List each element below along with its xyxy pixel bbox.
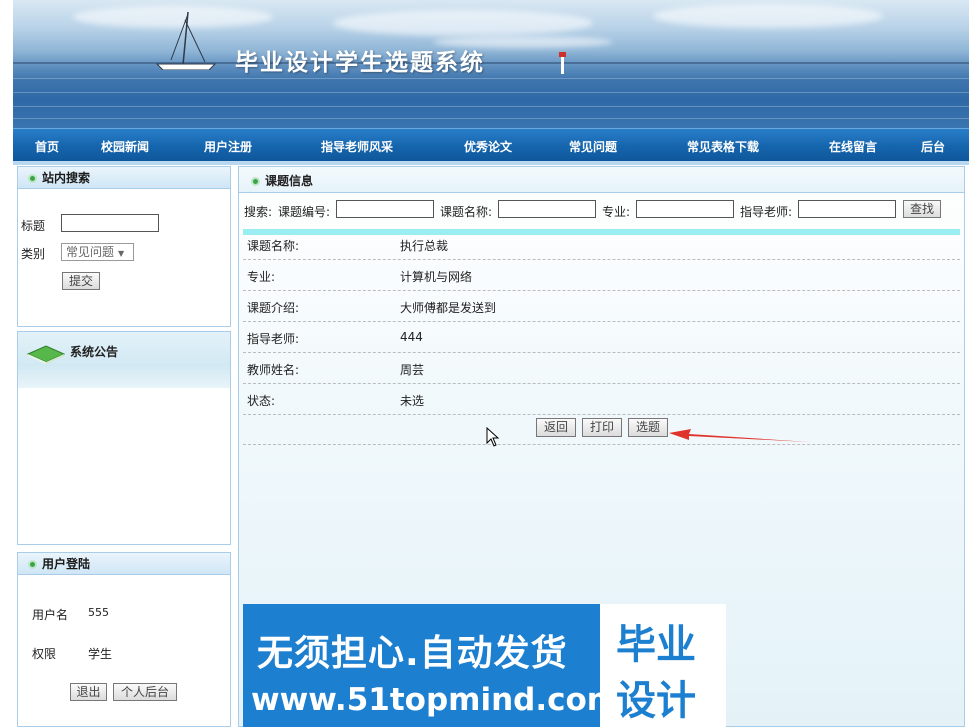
logout-button[interactable]: 退出 <box>70 683 107 701</box>
table-row: 课题名称: 执行总裁 <box>243 229 960 260</box>
row-value: 计算机与网络 <box>400 270 473 284</box>
row-label: 教师姓名: <box>247 363 300 377</box>
search-submit-button[interactable]: 提交 <box>62 272 100 290</box>
dropdown-arrow-icon: ▼ <box>118 249 125 258</box>
topic-id-label: 课题编号: <box>278 205 331 219</box>
major-label: 专业: <box>602 205 631 219</box>
user-login-title: 用户登陆 <box>42 557 91 571</box>
nav-form-downloads[interactable]: 常见表格下载 <box>687 138 759 155</box>
select-topic-button[interactable]: 选题 <box>628 418 668 437</box>
main-nav: 首页 校园新闻 用户注册 指导老师风采 优秀论文 常见问题 常见表格下载 在线留… <box>13 128 969 161</box>
nav-campus-news[interactable]: 校园新闻 <box>101 138 149 155</box>
user-login-header: 用户登陆 <box>18 553 230 575</box>
bullet-icon <box>251 177 260 186</box>
nav-excellent-papers[interactable]: 优秀论文 <box>464 138 512 155</box>
watermark-url: www.51topmind.com <box>251 682 620 718</box>
watermark-badge-line1: 毕业 <box>616 622 696 668</box>
search-prefix: 搜索: <box>244 205 273 219</box>
notice-panel: 系统公告 <box>17 331 231 545</box>
category-selected-value: 常见问题 <box>66 245 115 259</box>
back-button[interactable]: 返回 <box>536 418 576 437</box>
title-label: 标题 <box>21 219 46 233</box>
topic-id-input[interactable] <box>336 200 434 218</box>
username-label: 用户名 <box>32 608 69 622</box>
topic-name-input[interactable] <box>498 200 596 218</box>
site-title: 毕业设计学生选题系统 <box>235 49 485 76</box>
sailboat-icon <box>155 11 217 70</box>
row-value: 未选 <box>400 394 425 408</box>
nav-admin[interactable]: 后台 <box>921 138 945 155</box>
bullet-icon <box>28 174 37 183</box>
row-label: 状态: <box>247 394 276 408</box>
notice-title: 系统公告 <box>70 345 119 359</box>
row-value: 执行总裁 <box>400 239 449 253</box>
nav-divider <box>13 161 969 165</box>
table-row: 专业: 计算机与网络 <box>243 260 960 291</box>
red-arrow-icon <box>669 429 809 442</box>
role-value: 学生 <box>88 647 113 661</box>
bullet-icon <box>28 560 37 569</box>
book-icon <box>26 345 66 364</box>
category-label: 类别 <box>21 247 46 261</box>
topic-name-label: 课题名称: <box>440 205 493 219</box>
nav-teacher-profiles[interactable]: 指导老师风采 <box>321 138 393 155</box>
teacher-label: 指导老师: <box>740 205 793 219</box>
find-button[interactable]: 查找 <box>903 200 941 218</box>
site-search-header: 站内搜索 <box>18 167 230 189</box>
teacher-input[interactable] <box>798 200 896 218</box>
print-button[interactable]: 打印 <box>582 418 622 437</box>
mouse-cursor-icon <box>486 427 500 447</box>
watermark-badge: 毕业 设计 <box>600 604 726 727</box>
topic-info-title: 课题信息 <box>265 174 314 188</box>
category-select[interactable]: 常见问题 ▼ <box>61 243 134 261</box>
row-value: 大师傅都是发送到 <box>400 301 497 315</box>
topic-info-header: 课题信息 <box>239 167 964 193</box>
user-login-panel: 用户登陆 用户名 555 权限 学生 退出 个人后台 <box>17 552 231 727</box>
row-label: 课题介绍: <box>247 301 300 315</box>
notice-header: 系统公告 <box>18 332 230 388</box>
site-search-panel: 站内搜索 标题 类别 常见问题 ▼ 提交 <box>17 166 231 327</box>
nav-faq[interactable]: 常见问题 <box>569 138 617 155</box>
table-row: 教师姓名: 周芸 <box>243 353 960 384</box>
table-row: 指导老师: 444 <box>243 322 960 353</box>
nav-home[interactable]: 首页 <box>35 138 59 155</box>
row-value: 444 <box>400 330 423 344</box>
major-input[interactable] <box>636 200 734 218</box>
role-label: 权限 <box>32 647 57 661</box>
row-label: 指导老师: <box>247 332 300 346</box>
personal-admin-button[interactable]: 个人后台 <box>113 683 177 701</box>
watermark-badge-line2: 设计 <box>616 678 696 724</box>
nav-register[interactable]: 用户注册 <box>204 138 252 155</box>
row-label: 课题名称: <box>247 239 300 253</box>
site-search-title: 站内搜索 <box>42 171 91 185</box>
username-value: 555 <box>88 606 109 619</box>
watermark-line1: 无须担心.自动发货 <box>257 633 568 674</box>
header-banner: 毕业设计学生选题系统 <box>13 0 969 128</box>
row-value: 周芸 <box>400 363 425 377</box>
row-label: 专业: <box>247 270 276 284</box>
watermark-banner: 无须担心.自动发货 www.51topmind.com 毕业 设计 <box>243 604 726 727</box>
table-row: 状态: 未选 <box>243 384 960 415</box>
table-row: 课题介绍: 大师傅都是发送到 <box>243 291 960 322</box>
search-title-input[interactable] <box>61 214 159 232</box>
nav-messages[interactable]: 在线留言 <box>829 138 877 155</box>
